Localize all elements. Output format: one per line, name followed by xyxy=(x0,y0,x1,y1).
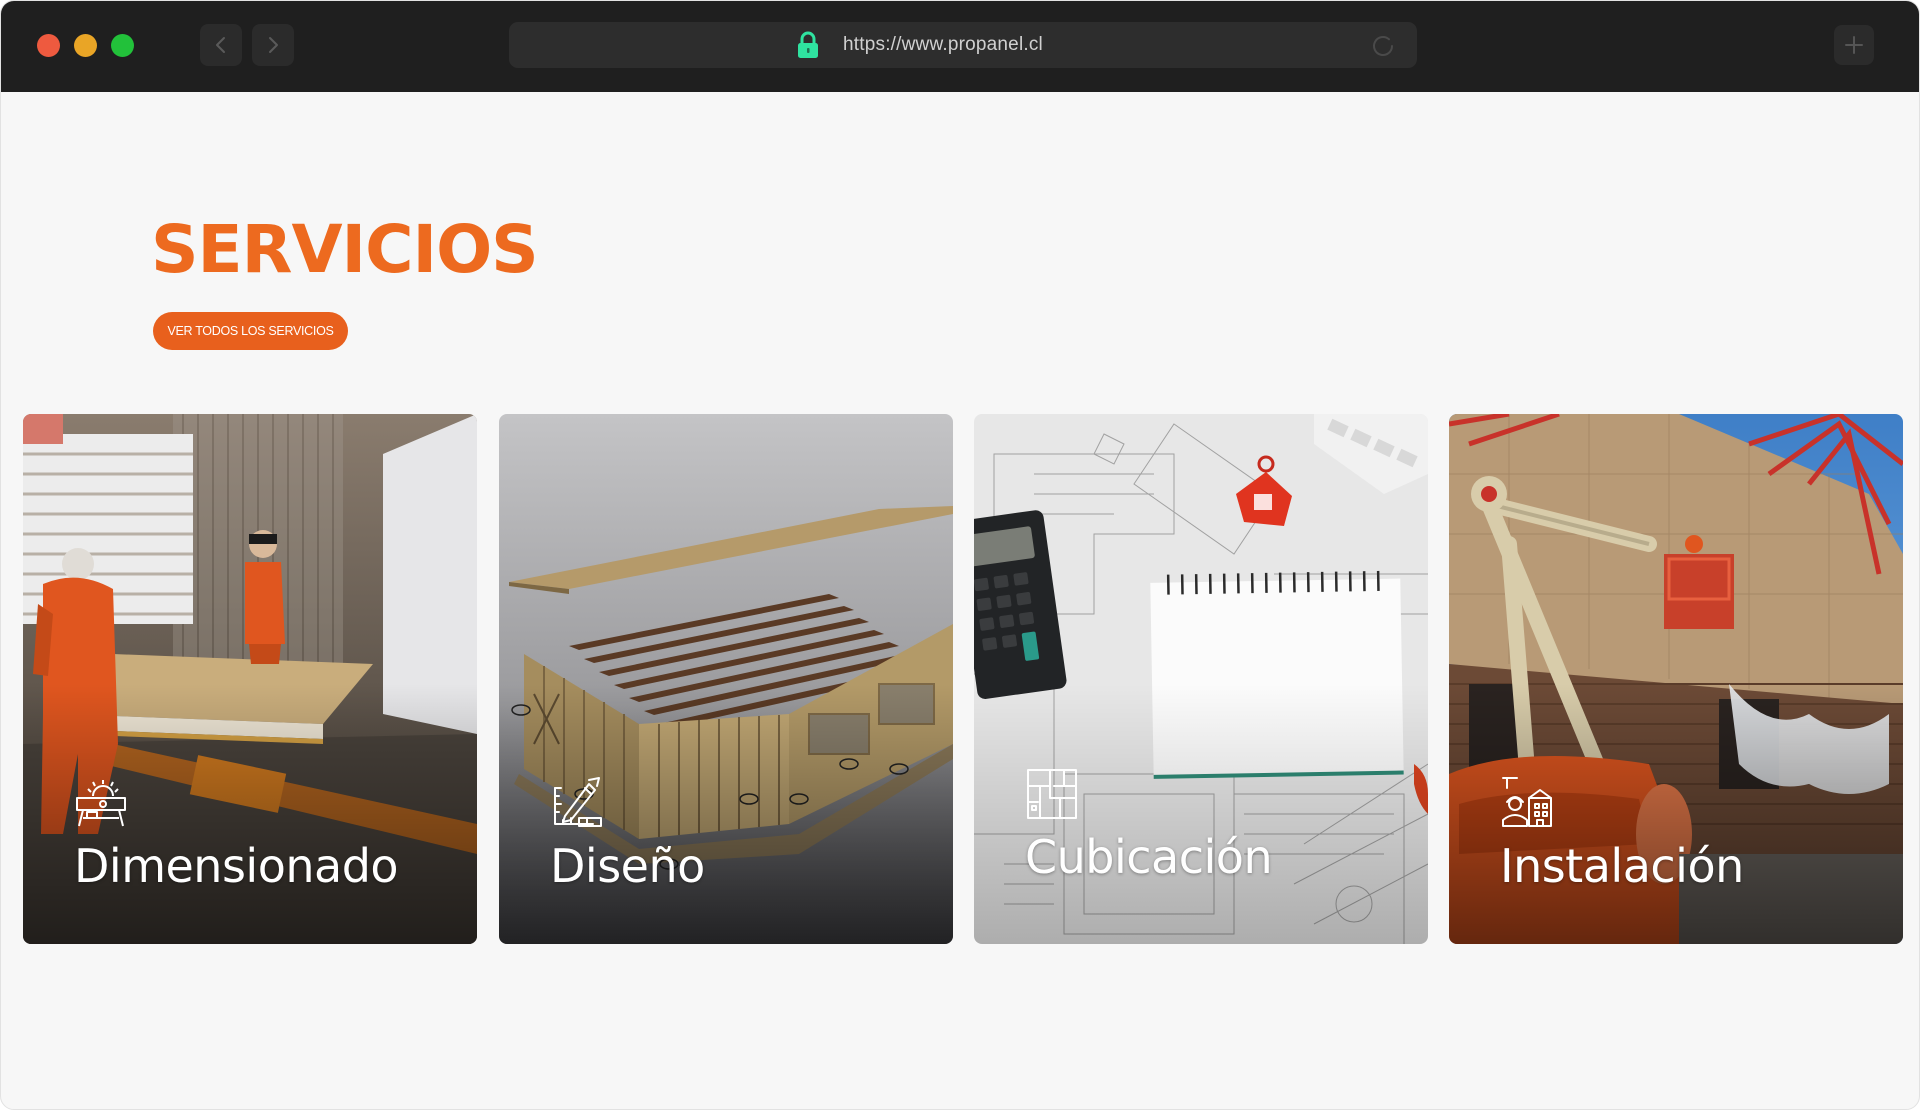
plus-icon xyxy=(1845,36,1863,54)
services-grid: Dimensionado Diseño Cubicación Instalaci… xyxy=(23,414,1903,944)
close-window-button[interactable] xyxy=(37,34,60,57)
address-bar[interactable]: https://www.propanel.cl xyxy=(509,22,1417,68)
chevron-left-icon xyxy=(216,37,225,53)
new-tab-button[interactable] xyxy=(1834,25,1874,65)
service-label: Diseño xyxy=(550,839,705,893)
forward-button[interactable] xyxy=(252,24,294,66)
lock-icon xyxy=(798,31,818,58)
design-ruler-icon xyxy=(554,777,602,827)
service-label: Cubicación xyxy=(1025,830,1273,884)
service-card-cubicacion[interactable]: Cubicación xyxy=(974,414,1428,944)
worker-building-icon xyxy=(1502,777,1552,827)
chevron-right-icon xyxy=(269,37,278,53)
service-label: Dimensionado xyxy=(74,839,399,893)
service-card-dimensionado[interactable]: Dimensionado xyxy=(23,414,477,944)
back-button[interactable] xyxy=(200,24,242,66)
url-text: https://www.propanel.cl xyxy=(843,34,1043,55)
service-card-diseno[interactable]: Diseño xyxy=(499,414,953,944)
minimize-window-button[interactable] xyxy=(74,34,97,57)
floor-plan-icon xyxy=(1027,769,1077,819)
page-title: SERVICIOS xyxy=(151,211,539,288)
maximize-window-button[interactable] xyxy=(111,34,134,57)
service-card-instalacion[interactable]: Instalación xyxy=(1449,414,1903,944)
view-all-services-button[interactable]: VER TODOS LOS SERVICIOS xyxy=(153,312,348,350)
browser-window: https://www.propanel.cl SERVICIOS VER TO… xyxy=(0,0,1920,1110)
reload-icon[interactable] xyxy=(1369,32,1397,60)
saw-table-icon xyxy=(76,780,126,827)
service-label: Instalación xyxy=(1500,839,1744,893)
browser-titlebar: https://www.propanel.cl xyxy=(1,1,1919,92)
